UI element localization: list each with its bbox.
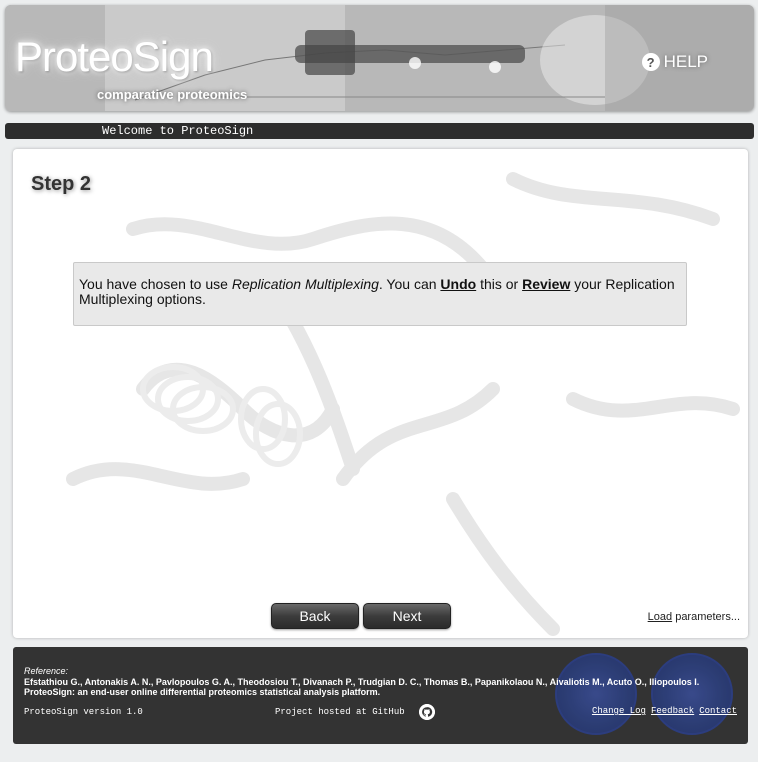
protein-watermark <box>66 172 740 636</box>
next-button[interactable]: Next <box>363 603 451 629</box>
load-link[interactable]: Load <box>648 611 672 623</box>
welcome-text: Welcome to ProteoSign <box>102 124 254 138</box>
notice-box: You have chosen to use Replication Multi… <box>73 262 687 326</box>
header-banner: ProteoSign comparative proteomics ? HELP <box>5 5 754 111</box>
version-text: ProteoSign version 1.0 <box>24 707 143 717</box>
notice-text-2: . You can <box>378 276 441 292</box>
load-suffix: parameters... <box>672 611 740 623</box>
review-link[interactable]: Review <box>522 276 570 292</box>
step-title: Step 2 <box>31 173 92 195</box>
feedback-link[interactable]: Feedback <box>651 706 694 716</box>
oxford-crest-icon <box>651 653 733 735</box>
notice-text-3: this or <box>476 276 523 292</box>
university-seal-icon <box>555 653 637 735</box>
undo-link[interactable]: Undo <box>440 276 476 292</box>
github-link[interactable]: Project hosted at GitHub <box>275 707 405 717</box>
reference-paper: ProteoSign: an end-user online different… <box>24 687 381 697</box>
logo-subtitle: comparative proteomics <box>97 87 248 102</box>
back-button[interactable]: Back <box>271 603 359 629</box>
footer: Reference: Efstathiou G., Antonakis A. N… <box>13 647 748 744</box>
main-panel: Step 2 You have chosen to use Replicatio… <box>13 149 748 638</box>
reference-title: Reference: <box>24 666 69 676</box>
notice-text-1: You have chosen to use <box>79 276 232 292</box>
change-log-link[interactable]: Change Log <box>592 706 646 716</box>
reference-authors: Efstathiou G., Antonakis A. N., Pavlopou… <box>24 677 700 687</box>
contact-link[interactable]: Contact <box>699 706 737 716</box>
question-circle-icon: ? <box>641 53 660 71</box>
logo-title: ProteoSign <box>15 33 214 80</box>
welcome-bar: Welcome to ProteoSign <box>5 123 754 139</box>
notice-emphasis: Replication Multiplexing <box>231 276 379 292</box>
help-label: HELP <box>663 52 708 71</box>
github-icon[interactable] <box>419 704 435 720</box>
footer-links: Change Log Feedback Contact <box>592 706 737 716</box>
load-parameters: Load parameters... <box>648 611 740 623</box>
help-button[interactable]: ? HELP <box>641 52 708 72</box>
